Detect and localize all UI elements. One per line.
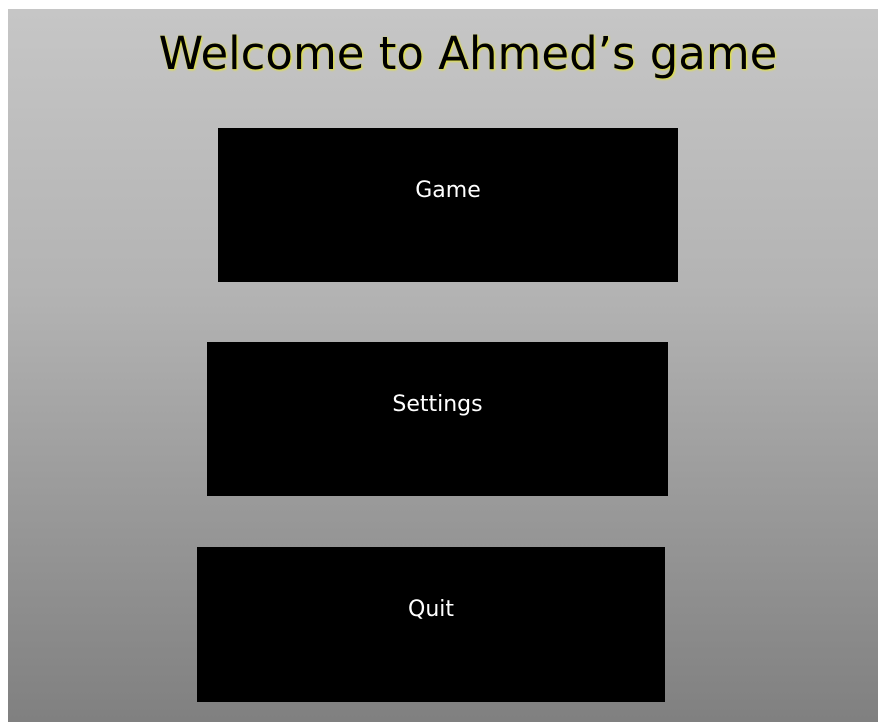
game-title: Welcome to Ahmed’s game <box>158 27 778 80</box>
game-button-label: Game <box>415 178 481 203</box>
settings-button[interactable]: Settings <box>207 342 668 496</box>
quit-button[interactable]: Quit <box>197 547 665 702</box>
main-menu-screen: Welcome to Ahmed’s game Game Settings Qu… <box>8 9 878 722</box>
quit-button-label: Quit <box>408 597 454 622</box>
game-button[interactable]: Game <box>218 128 678 282</box>
settings-button-label: Settings <box>392 392 483 417</box>
